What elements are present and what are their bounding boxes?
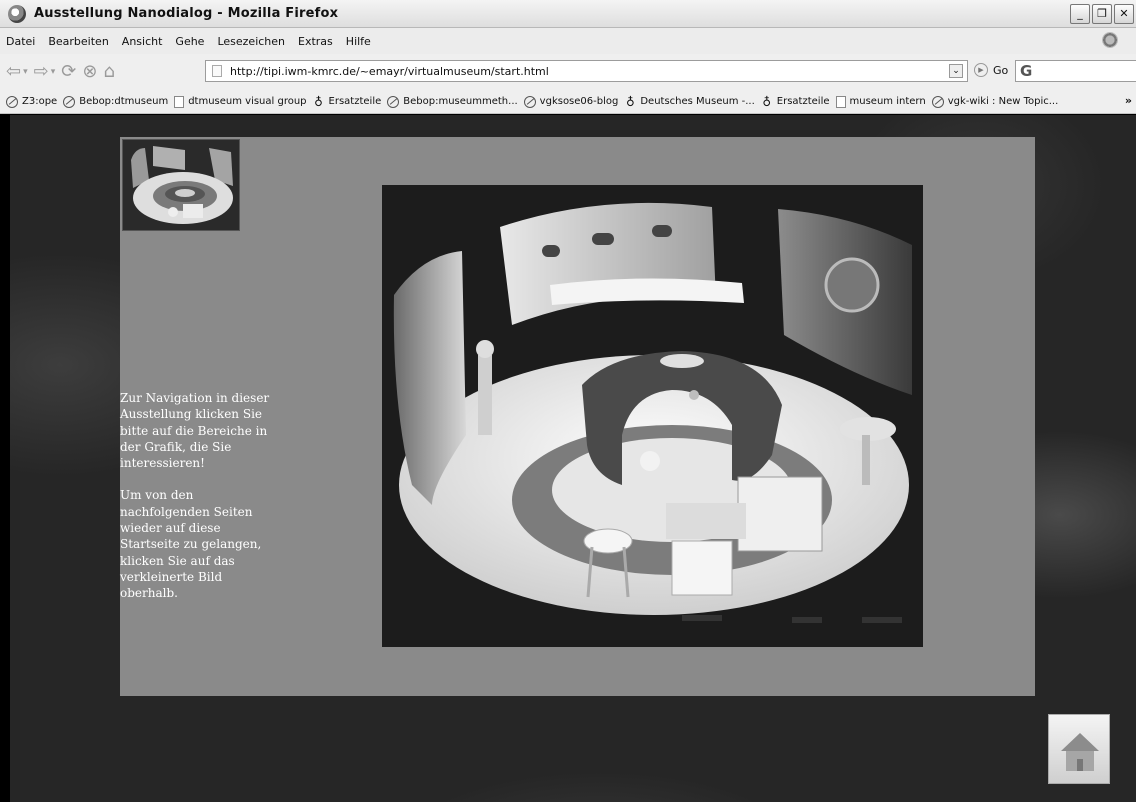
- google-search-icon[interactable]: G: [1020, 62, 1032, 80]
- menu-hilfe[interactable]: Hilfe: [342, 35, 380, 48]
- throbber-icon: [1102, 32, 1118, 48]
- exhibition-map-image[interactable]: [382, 185, 923, 647]
- window-title: Ausstellung Nanodialog - Mozilla Firefox: [34, 6, 339, 21]
- bookmark-label: Deutsches Museum -...: [640, 96, 755, 107]
- page-icon: [174, 95, 185, 108]
- navigation-toolbar: ⇦ ▾ ⇨ ▾ ⟳ ⊗ ⌂ http://tipi.iwm-kmrc.de/~e…: [0, 54, 1136, 90]
- minimize-button[interactable]: _: [1070, 4, 1090, 24]
- instructions-paragraph-1: Zur Navigation in dieser Ausstellung kli…: [120, 391, 270, 471]
- restore-button[interactable]: ❐: [1092, 4, 1112, 24]
- bookmark-item[interactable]: vgksose06-blog: [523, 95, 619, 108]
- bookmark-item[interactable]: Bebop:museummeth...: [387, 95, 518, 108]
- menu-bearbeiten[interactable]: Bearbeiten: [44, 35, 117, 48]
- bookmark-label: vgk-wiki : New Topic...: [947, 96, 1059, 107]
- menu-extras[interactable]: Extras: [294, 35, 342, 48]
- bookmark-item[interactable]: museum intern: [835, 95, 926, 108]
- stop-icon[interactable]: ⊗: [82, 63, 97, 81]
- menu-lesezeichen[interactable]: Lesezeichen: [213, 35, 294, 48]
- bookmark-item[interactable]: ♁ Ersatzteile: [313, 94, 382, 109]
- live-bookmark-icon: ♁: [762, 94, 772, 109]
- house-icon: [1061, 733, 1099, 771]
- bookmark-item[interactable]: ♁ Ersatzteile: [761, 94, 830, 109]
- url-text[interactable]: http://tipi.iwm-kmrc.de/~emayr/virtualmu…: [230, 65, 549, 78]
- close-button[interactable]: ✕: [1114, 4, 1134, 24]
- bookmarks-toolbar: Z3:ope Bebop:dtmuseum dtmuseum visual gr…: [0, 90, 1136, 114]
- globe-icon: [63, 95, 76, 108]
- page-icon: [212, 65, 222, 77]
- forward-dropdown-icon[interactable]: ▾: [51, 67, 56, 77]
- bookmark-label: Ersatzteile: [776, 96, 830, 107]
- bookmark-label: Bebop:dtmuseum: [79, 96, 169, 107]
- globe-icon: [6, 95, 18, 108]
- forward-arrow-icon[interactable]: ⇨: [34, 63, 49, 81]
- reload-icon[interactable]: ⟳: [61, 63, 76, 81]
- back-arrow-icon[interactable]: ⇦: [6, 63, 21, 81]
- globe-icon: [523, 95, 536, 108]
- menu-gehe[interactable]: Gehe: [171, 35, 213, 48]
- go-button[interactable]: ▶ Go: [974, 63, 1008, 77]
- bookmark-label: Bebop:museummeth...: [403, 96, 518, 107]
- bookmark-label: Z3:ope: [22, 96, 58, 107]
- url-dropdown-icon[interactable]: ⌄: [949, 64, 963, 78]
- page-viewport: Zur Navigation in dieser Ausstellung kli…: [0, 115, 1136, 802]
- bookmark-item[interactable]: dtmuseum visual group: [174, 95, 307, 108]
- bookmark-item[interactable]: Bebop:dtmuseum: [63, 95, 169, 108]
- bookmark-item[interactable]: vgk-wiki : New Topic...: [931, 95, 1059, 108]
- menu-datei[interactable]: Datei: [0, 35, 44, 48]
- globe-icon: [387, 95, 400, 108]
- live-bookmark-icon: ♁: [314, 94, 323, 109]
- bookmark-label: Ersatzteile: [328, 96, 382, 107]
- bookmark-label: dtmuseum visual group: [188, 96, 307, 107]
- bookmark-label: vgksose06-blog: [539, 96, 619, 107]
- instructions-paragraph-2: Um von den nachfolgenden Seiten wieder a…: [120, 488, 262, 601]
- title-bar: Ausstellung Nanodialog - Mozilla Firefox…: [0, 0, 1136, 28]
- live-bookmark-icon: ♁: [625, 94, 635, 109]
- window-controls: _ ❐ ✕: [1070, 4, 1134, 24]
- menu-ansicht[interactable]: Ansicht: [118, 35, 172, 48]
- back-dropdown-icon[interactable]: ▾: [23, 67, 28, 77]
- start-page-thumbnail[interactable]: [122, 139, 240, 231]
- go-arrow-icon: ▶: [974, 63, 988, 77]
- bookmark-item[interactable]: Z3:ope: [6, 95, 58, 108]
- url-bar[interactable]: http://tipi.iwm-kmrc.de/~emayr/virtualmu…: [205, 60, 968, 82]
- menu-bar: Datei Bearbeiten Ansicht Gehe Lesezeiche…: [0, 28, 1136, 54]
- museum-thumbnail-image: [123, 140, 239, 230]
- left-border: [0, 115, 10, 802]
- go-label: Go: [993, 63, 1009, 77]
- home-button[interactable]: [1048, 714, 1110, 784]
- page-icon: [835, 95, 846, 108]
- bookmark-label: museum intern: [849, 96, 926, 107]
- globe-icon: [931, 95, 944, 108]
- firefox-icon: [8, 4, 26, 23]
- home-icon[interactable]: ⌂: [103, 63, 114, 81]
- exhibition-3d-rendering: [382, 185, 923, 647]
- bookmarks-overflow-chevron-icon[interactable]: »: [1125, 94, 1132, 107]
- bookmark-item[interactable]: ♁ Deutsches Museum -...: [624, 94, 755, 109]
- navigation-instructions: Zur Navigation in dieser Ausstellung kli…: [120, 390, 280, 602]
- search-input[interactable]: G: [1015, 60, 1136, 82]
